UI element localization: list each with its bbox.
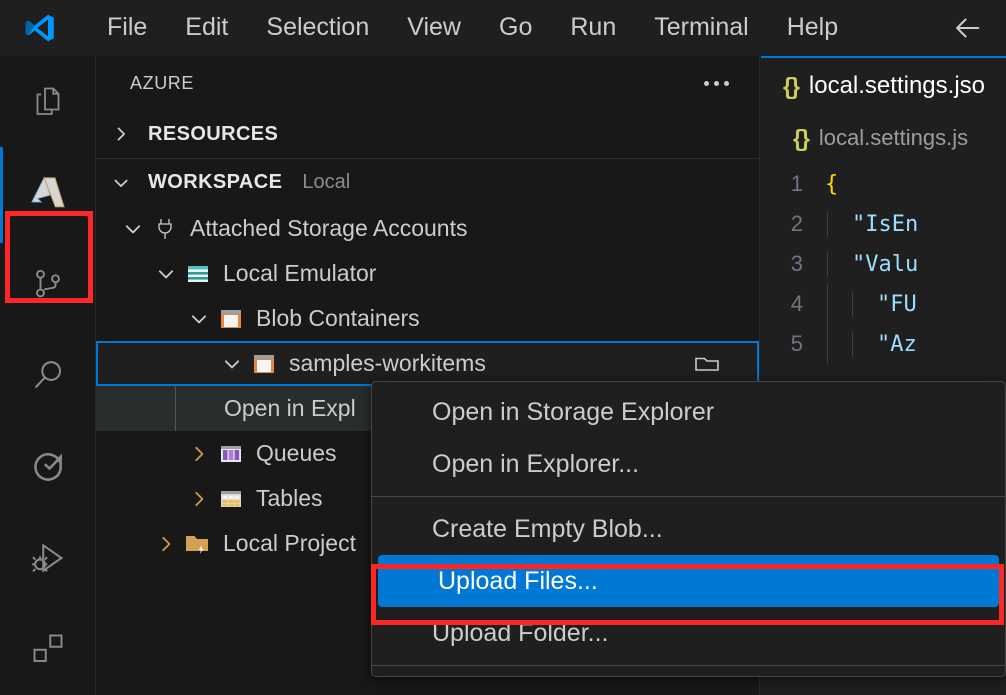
plug-icon: [148, 216, 182, 242]
new-blob-folder-icon[interactable]: [693, 352, 721, 376]
tables-icon: [214, 486, 248, 512]
row-left-spacer: [96, 386, 176, 431]
sidebar-item-extensions[interactable]: [0, 604, 96, 695]
menu-help[interactable]: Help: [768, 11, 857, 45]
breadcrumb[interactable]: {} local.settings.js: [761, 114, 1006, 162]
tree-item-attached-storage-accounts[interactable]: Attached Storage Accounts: [96, 206, 759, 251]
activity-bar: [0, 56, 96, 695]
json-brace-icon: {}: [793, 125, 809, 152]
line-number: 4: [761, 291, 823, 317]
tree-item-label: Queues: [256, 440, 337, 467]
chevron-down-icon[interactable]: [118, 218, 148, 240]
vscode-window: File Edit Selection View Go Run Terminal…: [0, 0, 1006, 695]
chevron-right-icon[interactable]: [184, 488, 214, 510]
menu-view[interactable]: View: [388, 11, 480, 45]
chevron-down-icon: [106, 173, 136, 193]
section-resources-label: RESOURCES: [148, 123, 278, 146]
section-workspace-label: WORKSPACE: [148, 171, 282, 194]
code-line: 1 {: [761, 164, 1006, 204]
code-text: {: [823, 172, 838, 197]
sidebar-header: AZURE: [96, 56, 759, 110]
chevron-down-icon[interactable]: [217, 353, 247, 375]
section-resources[interactable]: RESOURCES: [96, 110, 759, 158]
sidebar-item-explorer[interactable]: [0, 56, 96, 147]
line-number: 1: [761, 171, 823, 197]
menu-run[interactable]: Run: [551, 11, 635, 45]
blob-folder-icon: [247, 351, 281, 377]
breadcrumb-label: local.settings.js: [819, 125, 968, 151]
code-editor[interactable]: 1 { 2 "IsEn 3 "Valu 4 "FU 5 "Az: [761, 162, 1006, 364]
vscode-logo-icon: [14, 11, 66, 45]
editor-tab-bar: {} local.settings.jso: [761, 56, 1006, 114]
menu-item-open-in-explorer[interactable]: Open in Explorer...: [372, 438, 1005, 490]
queues-icon: [214, 441, 248, 467]
sidebar-item-azure[interactable]: [0, 147, 96, 238]
tree-item-local-emulator[interactable]: Local Emulator: [96, 251, 759, 296]
code-text: "Az: [852, 332, 917, 357]
section-workspace-sublabel: Local: [302, 171, 350, 194]
chevron-right-icon[interactable]: [184, 443, 214, 465]
line-number: 5: [761, 331, 823, 357]
code-line: 5 "Az: [761, 324, 1006, 364]
chevron-right-icon: [106, 124, 136, 144]
menu-item-open-in-storage-explorer[interactable]: Open in Storage Explorer: [372, 386, 1005, 438]
tree-item-label: Local Project: [223, 530, 356, 557]
tree-item-label: Blob Containers: [256, 305, 420, 332]
sidebar-item-run-and-debug[interactable]: [0, 512, 96, 603]
sidebar-item-source-control[interactable]: [0, 239, 96, 330]
sidebar-item-testing[interactable]: [0, 421, 96, 512]
sidebar-title-label: AZURE: [130, 73, 194, 94]
more-actions-icon[interactable]: [696, 73, 737, 94]
menu-item-create-empty-blob[interactable]: Create Empty Blob...: [372, 503, 1005, 555]
tree-item-samples-workitems[interactable]: samples-workitems: [96, 341, 759, 386]
chevron-down-icon[interactable]: [151, 263, 181, 285]
line-number: 3: [761, 251, 823, 277]
back-arrow-icon[interactable]: [946, 7, 988, 49]
menu-selection[interactable]: Selection: [247, 11, 388, 45]
menu-item-upload-folder[interactable]: Upload Folder...: [372, 607, 1005, 659]
chevron-right-icon[interactable]: [151, 533, 181, 555]
menu-terminal[interactable]: Terminal: [635, 11, 767, 45]
title-bar: File Edit Selection View Go Run Terminal…: [0, 0, 1006, 56]
tree-item-label: samples-workitems: [289, 350, 486, 377]
title-bar-actions: [946, 7, 1006, 49]
emulator-icon: [181, 261, 215, 287]
menu-separator: [372, 665, 1005, 666]
tree-item-label: Tables: [256, 485, 322, 512]
tree-item-label: Attached Storage Accounts: [190, 215, 467, 242]
tree-item-blob-containers[interactable]: Blob Containers: [96, 296, 759, 341]
project-folder-icon: [181, 531, 215, 557]
chevron-down-icon[interactable]: [184, 308, 214, 330]
tree-item-label: Open in Expl: [176, 395, 356, 422]
blob-folder-icon: [214, 306, 248, 332]
menu-file[interactable]: File: [88, 11, 166, 45]
section-workspace[interactable]: WORKSPACE Local: [96, 158, 759, 206]
menu-item-upload-files[interactable]: Upload Files...: [378, 555, 999, 607]
json-brace-icon: {}: [783, 73, 799, 100]
menu-bar: File Edit Selection View Go Run Terminal…: [88, 11, 857, 45]
menu-edit[interactable]: Edit: [166, 11, 247, 45]
line-number: 2: [761, 211, 823, 237]
code-text: "Valu: [827, 252, 918, 277]
sidebar-item-search[interactable]: [0, 330, 96, 421]
menu-go[interactable]: Go: [480, 11, 551, 45]
context-menu: Open in Storage Explorer Open in Explore…: [371, 381, 1006, 677]
editor-tab-label: local.settings.jso: [809, 72, 985, 100]
code-line: 4 "FU: [761, 284, 1006, 324]
menu-separator: [372, 496, 1005, 497]
code-line: 2 "IsEn: [761, 204, 1006, 244]
editor-tab-local-settings-json[interactable]: {} local.settings.jso: [761, 56, 1006, 114]
code-text: "FU: [852, 292, 917, 317]
code-line: 3 "Valu: [761, 244, 1006, 284]
tree-item-label: Local Emulator: [223, 260, 376, 287]
code-text: "IsEn: [827, 212, 918, 237]
